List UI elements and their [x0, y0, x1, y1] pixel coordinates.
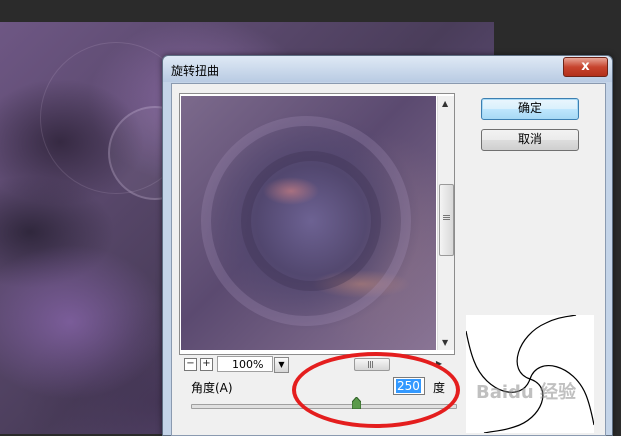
zoom-in-button[interactable]: +	[200, 358, 213, 371]
angle-label: 角度(A)	[191, 381, 233, 395]
preview-vertical-scrollbar[interactable]: ▲ ▼	[437, 96, 454, 350]
swirl-ring	[241, 151, 381, 291]
dialog-titlebar[interactable]: 旋转扭曲 x	[163, 56, 612, 82]
vertical-scroll-thumb[interactable]	[439, 184, 454, 256]
scroll-up-icon[interactable]: ▲	[442, 99, 448, 108]
scroll-down-icon[interactable]: ▼	[442, 338, 448, 347]
dialog-title: 旋转扭曲	[171, 64, 220, 78]
annotation-circle	[292, 352, 460, 428]
swirl-icon	[465, 314, 595, 434]
close-icon: x	[581, 59, 590, 74]
preview-panel: ▲ ▼	[179, 93, 455, 355]
preview-image[interactable]	[181, 96, 436, 350]
watermark-logo: Baidu 经验	[476, 382, 577, 403]
twirl-diagram	[465, 314, 595, 434]
zoom-out-button[interactable]: −	[184, 358, 197, 371]
ok-button[interactable]: 确定	[481, 98, 579, 120]
cancel-button[interactable]: 取消	[481, 129, 579, 151]
chevron-down-icon: ▼	[278, 360, 285, 369]
close-button[interactable]: x	[563, 57, 608, 77]
zoom-level-field[interactable]: 100%	[217, 356, 273, 372]
zoom-dropdown-button[interactable]: ▼	[274, 357, 289, 373]
